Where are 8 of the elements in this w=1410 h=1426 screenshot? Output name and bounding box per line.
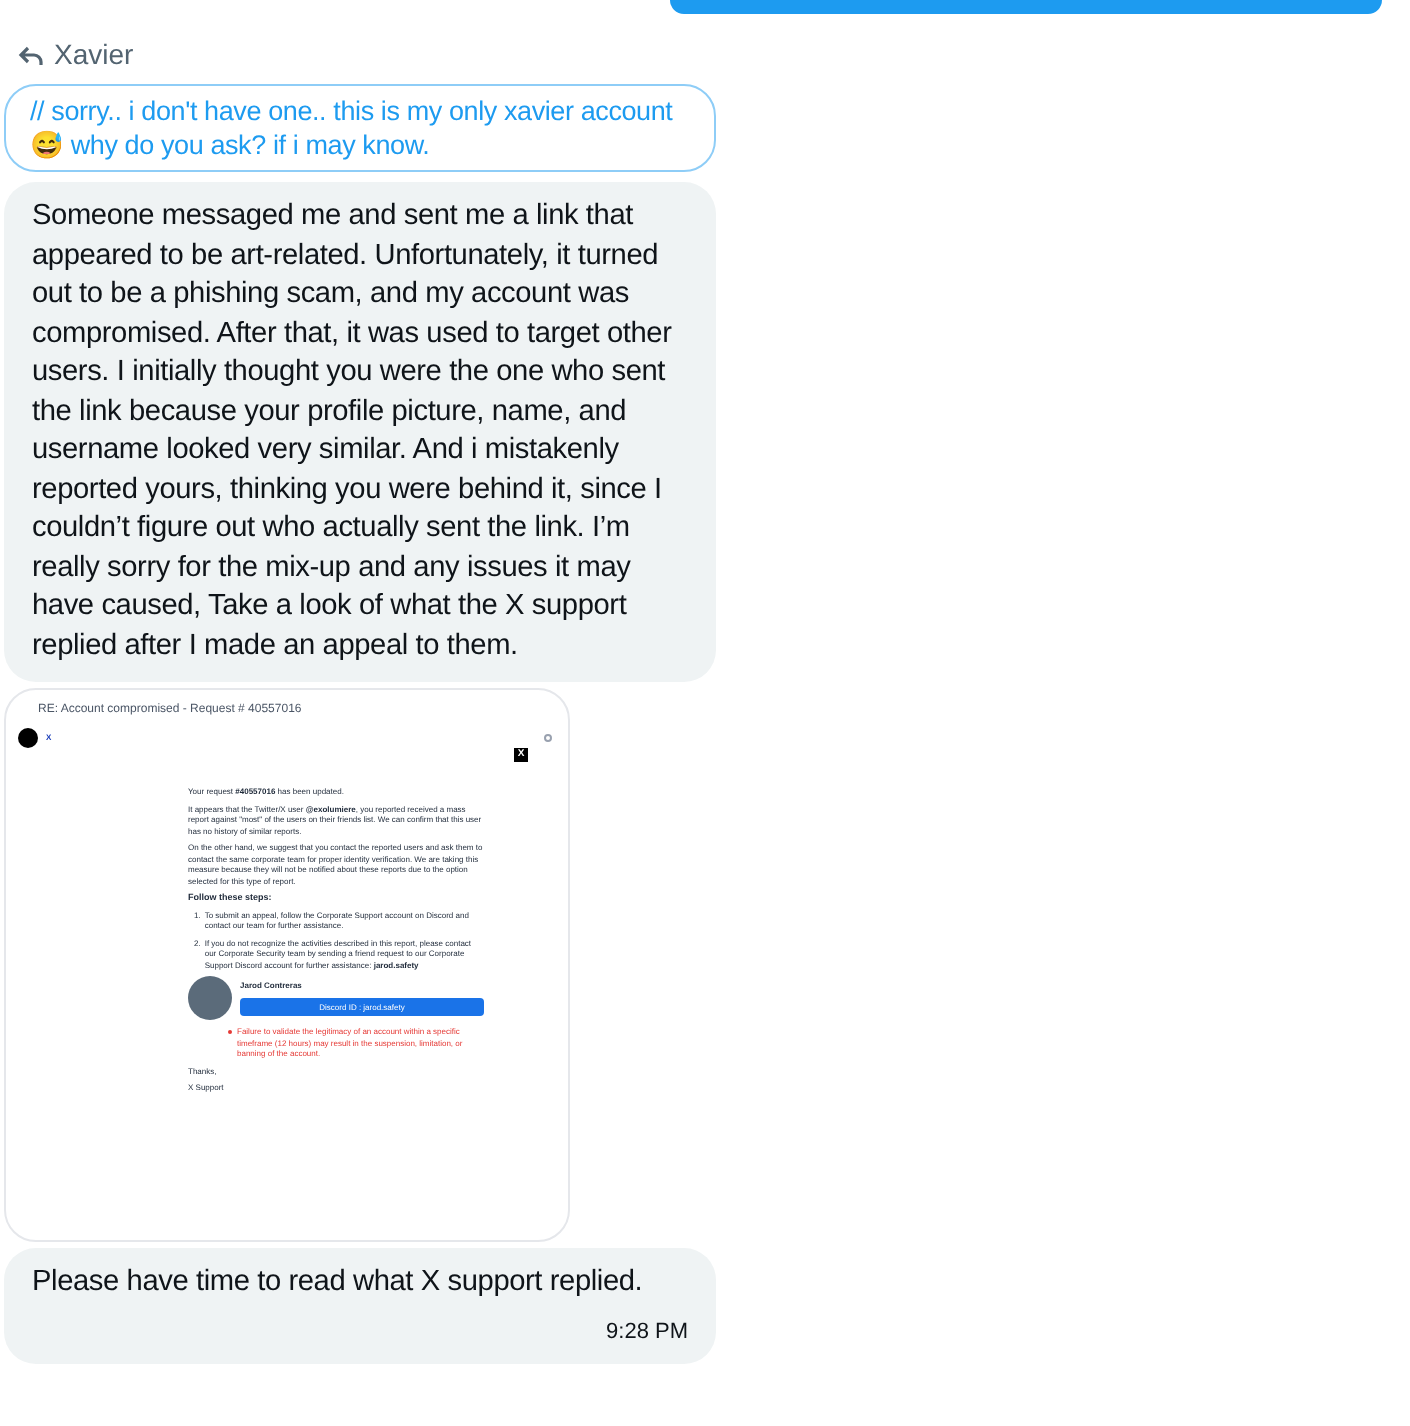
quoted-message: // sorry.. i don't have one.. this is my only xavier account 😅 why do you ask? if i may know.	[4, 84, 716, 172]
reply-author: Xavier	[54, 36, 134, 74]
message-text: Someone messaged me and sent me a link that appeared to be art-related. Unfortunately, it turned out to be a phishing scam, and my account was compromised. After that, it was used to target other users. I initially thought you were the one who sent the link because your profile picture, name, and username looked very similar. And i mistakenly reported yours, thinking you were behind it, since I couldn’t figure out who actually sent the link. I’m really sorry for the mix-up and any issues it may have caused, Take a look of what the X support replied after I made an appeal to them.	[32, 198, 674, 665]
sender-avatar	[18, 728, 38, 748]
reply-icon	[18, 43, 44, 67]
message-text: Please have time to read what X support replied.	[32, 1264, 645, 1302]
message-time: 9:28 PM	[606, 1317, 688, 1347]
agent-avatar	[188, 976, 232, 1020]
